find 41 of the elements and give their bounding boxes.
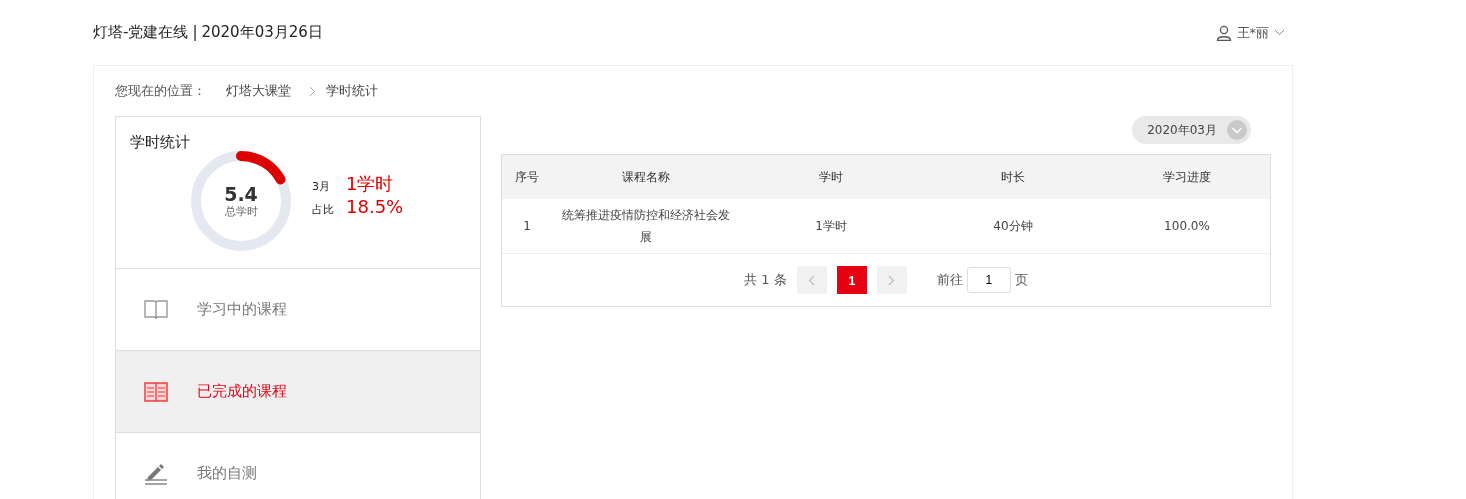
date-text: 2020年03月26日 (201, 23, 323, 42)
pencil-icon (144, 462, 168, 485)
table-cell: 1学时 (740, 199, 922, 254)
ratio-label: 占比 (312, 202, 335, 217)
chevron-right-icon (309, 85, 316, 97)
user-name[interactable]: 王*丽 (1236, 23, 1269, 42)
chevron-down-icon[interactable] (1274, 29, 1285, 36)
table-cell: 40分钟 (922, 199, 1104, 254)
total-count: 共 1 条 (744, 271, 787, 289)
breadcrumb-link[interactable]: 灯塔大课堂 (226, 82, 291, 100)
chevron-right-icon (888, 274, 896, 286)
page-unit: 页 (1014, 271, 1028, 289)
column-header: 序号 (502, 155, 552, 199)
ratio-value: 18.5% (346, 196, 404, 217)
stats-title: 学时统计 (130, 133, 191, 152)
table-cell: 统筹推进疫情防控和经济社会发展 (552, 199, 740, 254)
total-hours-label: 总学时 (224, 203, 258, 219)
menu-item[interactable]: 已完成的课程 (116, 351, 480, 433)
site-title: 灯塔-党建在线 (93, 23, 189, 42)
menu-item[interactable]: 我的自测 (116, 433, 480, 499)
total-hours: 5.4 (224, 183, 258, 204)
user-icon[interactable] (1215, 24, 1232, 41)
month-hours: 1学时 (346, 172, 394, 196)
goto-label: 前往 (936, 271, 963, 289)
book-icon (144, 299, 168, 320)
column-header: 学时 (740, 155, 922, 199)
page-input[interactable]: 1 (966, 267, 1011, 293)
column-header: 课程名称 (552, 155, 740, 199)
table-cell: 100.0% (1104, 199, 1270, 254)
breadcrumb-label: 您现在的位置： (115, 82, 206, 100)
table-cell: 1 (502, 199, 552, 254)
breadcrumb-link[interactable]: 学时统计 (326, 82, 378, 100)
book-icon (144, 381, 168, 402)
chevron-left-icon (808, 274, 816, 286)
column-header: 时长 (922, 155, 1104, 199)
column-header: 学习进度 (1104, 155, 1270, 199)
chevron-down-icon (1227, 120, 1247, 140)
month-select[interactable]: 2020年03月 (1132, 116, 1251, 144)
month-label: 3月 (312, 179, 331, 194)
title-separator: | (192, 23, 198, 42)
page-button[interactable]: 1 (836, 266, 867, 294)
